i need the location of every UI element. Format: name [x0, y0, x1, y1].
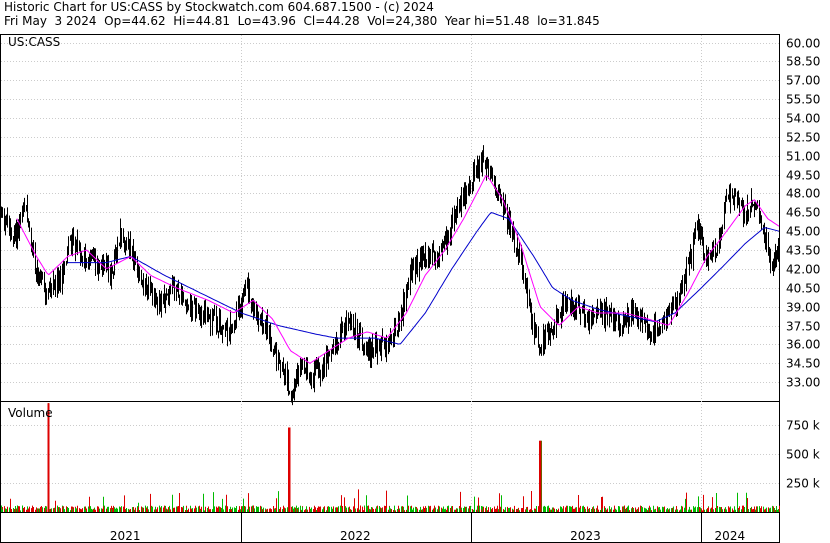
price-tick-label: 57.00 — [786, 74, 820, 88]
price-tick-label: 58.50 — [786, 55, 820, 69]
volume-tick-label: 750 k — [786, 419, 820, 433]
year-label: 2021 — [110, 529, 141, 543]
year-label: 2024 — [715, 529, 746, 543]
volume-panel-frame — [0, 401, 780, 513]
year-label: 2023 — [570, 529, 601, 543]
volume-tick-label: 250 k — [786, 477, 820, 491]
price-tick-label: 49.50 — [786, 169, 820, 183]
price-tick-label: 34.50 — [786, 357, 820, 371]
price-tick-label: 33.00 — [786, 376, 820, 390]
price-tick-label: 55.50 — [786, 93, 820, 107]
price-tick-label: 37.50 — [786, 320, 820, 334]
price-tick-label: 45.00 — [786, 225, 820, 239]
price-tick-label: 54.00 — [786, 112, 820, 126]
price-panel-title: US:CASS — [8, 35, 60, 49]
price-tick-label: 60.00 — [786, 37, 820, 51]
price-tick-label: 39.00 — [786, 301, 820, 315]
price-tick-label: 36.00 — [786, 338, 820, 352]
price-tick-label: 42.00 — [786, 263, 820, 277]
volume-panel-title: Volume — [8, 406, 53, 420]
year-label: 2022 — [340, 529, 371, 543]
price-tick-label: 51.00 — [786, 150, 820, 164]
price-tick-label: 52.50 — [786, 131, 820, 145]
price-tick-label: 46.50 — [786, 206, 820, 220]
volume-tick-label: 500 k — [786, 448, 820, 462]
price-tick-label: 43.50 — [786, 244, 820, 258]
price-tick-label: 40.50 — [786, 282, 820, 296]
stock-chart: 60.00 58.50 57.00 55.50 54.00 52.50 51.00 49.50… — [0, 34, 820, 543]
price-tick-label: 48.00 — [786, 187, 820, 201]
